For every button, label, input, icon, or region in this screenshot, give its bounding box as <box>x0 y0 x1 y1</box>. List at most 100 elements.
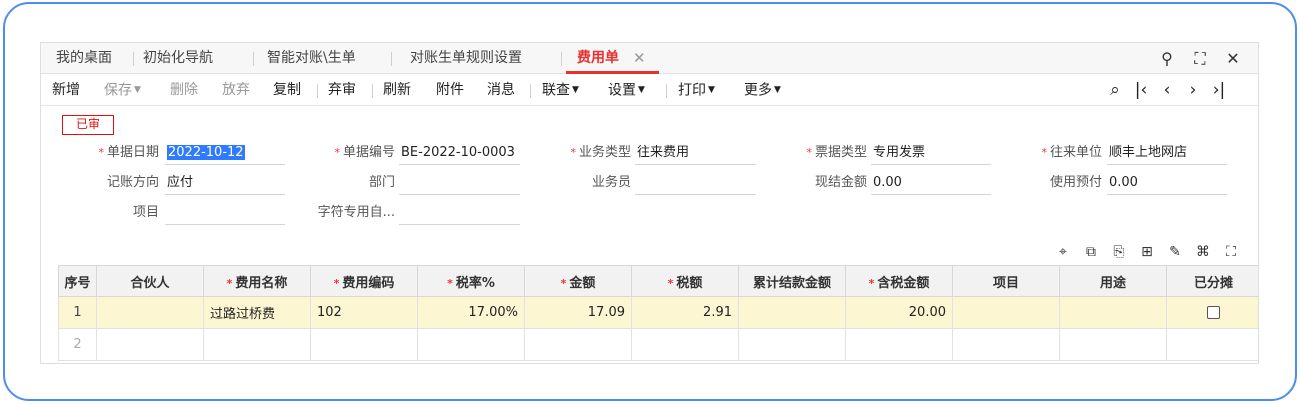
tab-smart-reconcile[interactable]: 智能对账\生单 <box>267 43 356 74</box>
attachment-button[interactable]: 附件 <box>436 75 464 106</box>
batch-edit-icon[interactable]: ⊞ <box>1137 242 1157 262</box>
cell-fee-code[interactable] <box>310 328 418 361</box>
cell-tax[interactable] <box>631 328 739 361</box>
cell-project[interactable] <box>952 296 1060 329</box>
tab-close-icon[interactable]: ✕ <box>633 43 646 74</box>
cash-amount-field[interactable]: 0.00 <box>871 173 991 195</box>
save-button[interactable]: 保存 ▼ <box>104 75 141 106</box>
project-label: 项目 <box>132 205 159 220</box>
cell-tax[interactable]: 2.91 <box>631 296 739 329</box>
col-header-allocated[interactable]: 已分摊 <box>1166 265 1258 297</box>
cell-fee-name[interactable] <box>203 328 311 361</box>
col-header-label: 累计结款金额 <box>752 275 831 291</box>
col-header-fee-name[interactable]: * 费用名称 <box>203 265 311 297</box>
cell-index: 2 <box>58 328 97 361</box>
cell-partner[interactable] <box>96 296 204 329</box>
cell-purpose[interactable] <box>1059 328 1167 361</box>
col-header-tax-rate[interactable]: * 税率% <box>417 265 525 297</box>
add-button[interactable]: 新增 <box>52 75 80 106</box>
col-header-label: 序号 <box>64 275 91 291</box>
cell-amount[interactable]: 17.09 <box>524 296 632 329</box>
doc-date-label: * 单据日期 <box>89 143 159 163</box>
settings-button[interactable]: 设置 ▼ <box>608 75 645 106</box>
cell-amount-incl-tax[interactable] <box>845 328 953 361</box>
print-button[interactable]: 打印 ▼ <box>678 75 715 106</box>
doc-no-label-text: 单据编号 <box>342 145 395 160</box>
required-mark: * <box>806 146 812 159</box>
prepay-used-field[interactable]: 0.00 <box>1107 173 1227 195</box>
project-field[interactable] <box>165 203 285 225</box>
col-header-amount-incl-tax[interactable]: * 含税金额 <box>845 265 953 297</box>
doc-date-field[interactable]: 2022-10-12 <box>165 143 285 165</box>
cell-paid[interactable] <box>738 328 846 361</box>
cell-amount[interactable] <box>524 328 632 361</box>
cell-tax-rate[interactable]: 17.00% <box>417 296 525 329</box>
cell-purpose[interactable] <box>1059 296 1167 329</box>
first-record-icon[interactable]: |‹ <box>1131 75 1151 106</box>
cell-allocated[interactable] <box>1166 328 1258 361</box>
tab-init-guide[interactable]: 初始化导航 <box>143 43 213 74</box>
previous-record-icon[interactable]: ‹ <box>1157 75 1177 106</box>
search-icon[interactable]: ⚲ <box>1155 43 1179 74</box>
doc-no-field[interactable]: BE-2022-10-0003 <box>399 143 520 165</box>
save-label: 保存 <box>104 82 132 99</box>
col-header-partner[interactable]: 合伙人 <box>96 265 204 297</box>
last-record-icon[interactable]: ›| <box>1209 75 1229 106</box>
link-icon[interactable]: ⌘ <box>1193 242 1213 262</box>
salesperson-field[interactable] <box>635 173 756 195</box>
chevron-down-icon: ▼ <box>774 85 781 95</box>
active-tab-indicator <box>566 71 659 74</box>
char-custom-field[interactable] <box>399 203 520 225</box>
location-pin-icon[interactable]: ⌖ <box>1053 242 1073 262</box>
copy-row-icon[interactable]: ⧉ <box>1081 242 1101 262</box>
delete-button[interactable]: 删除 <box>170 75 198 106</box>
cell-tax-rate[interactable] <box>417 328 525 361</box>
invoice-type-field[interactable]: 专用发票 <box>871 143 991 165</box>
more-button[interactable]: 更多 ▼ <box>744 75 781 106</box>
next-record-icon[interactable]: › <box>1183 75 1203 106</box>
col-header-purpose[interactable]: 用途 <box>1059 265 1167 297</box>
maximize-icon[interactable]: ⛶ <box>1188 43 1212 74</box>
chevron-down-icon: ▼ <box>134 85 141 95</box>
tab-reconcile-rules[interactable]: 对账生单规则设置 <box>410 43 522 74</box>
table-row[interactable]: 1 过路过桥费 102 17.00% 17.09 2.91 20.00 <box>58 296 1258 329</box>
close-icon[interactable]: ✕ <box>1221 43 1245 74</box>
locate-icon[interactable]: ⌕ <box>1105 75 1125 106</box>
cell-paid[interactable] <box>738 296 846 329</box>
toolbar-separator <box>317 84 318 98</box>
invoice-type-label-text: 票据类型 <box>814 145 867 160</box>
required-mark: * <box>447 276 453 290</box>
biz-type-field[interactable]: 往来费用 <box>635 143 756 165</box>
settings-label: 设置 <box>608 82 636 99</box>
table-row[interactable]: 2 <box>58 328 1258 361</box>
col-header-index[interactable]: 序号 <box>58 265 97 297</box>
toolbar-separator <box>666 84 667 98</box>
refresh-button[interactable]: 刷新 <box>383 75 411 106</box>
tab-expense-doc[interactable]: 费用单 <box>577 43 619 74</box>
message-button[interactable]: 消息 <box>487 75 515 106</box>
cell-project[interactable] <box>952 328 1060 361</box>
cell-amount-incl-tax[interactable]: 20.00 <box>845 296 953 329</box>
cell-fee-name[interactable]: 过路过桥费 <box>203 296 311 329</box>
col-header-paid[interactable]: 累计结款金额 <box>738 265 846 297</box>
fullscreen-icon[interactable]: ⛶ <box>1221 242 1241 262</box>
partner-field[interactable]: 顺丰上地网店 <box>1107 143 1227 165</box>
copy-button[interactable]: 复制 <box>273 75 301 106</box>
cell-partner[interactable] <box>96 328 204 361</box>
department-field[interactable] <box>399 173 520 195</box>
tab-my-desktop[interactable]: 我的桌面 <box>56 43 112 74</box>
link-query-button[interactable]: 联查 ▼ <box>542 75 579 106</box>
allocated-checkbox[interactable] <box>1207 306 1220 319</box>
col-header-fee-code[interactable]: * 费用编码 <box>310 265 418 297</box>
paste-row-icon[interactable]: ⎘ <box>1109 242 1129 262</box>
col-header-project[interactable]: 项目 <box>952 265 1060 297</box>
col-header-amount[interactable]: * 金额 <box>524 265 632 297</box>
edit-icon[interactable]: ✎ <box>1165 242 1185 262</box>
discard-button[interactable]: 放弃 <box>222 75 250 106</box>
col-header-tax[interactable]: * 税额 <box>631 265 739 297</box>
acct-direction-field[interactable]: 应付 <box>165 173 285 195</box>
required-mark: * <box>333 276 340 290</box>
char-custom-label: 字符专用自... <box>317 205 395 220</box>
abandon-review-button[interactable]: 弃审 <box>328 75 356 106</box>
cell-fee-code[interactable]: 102 <box>310 296 418 329</box>
